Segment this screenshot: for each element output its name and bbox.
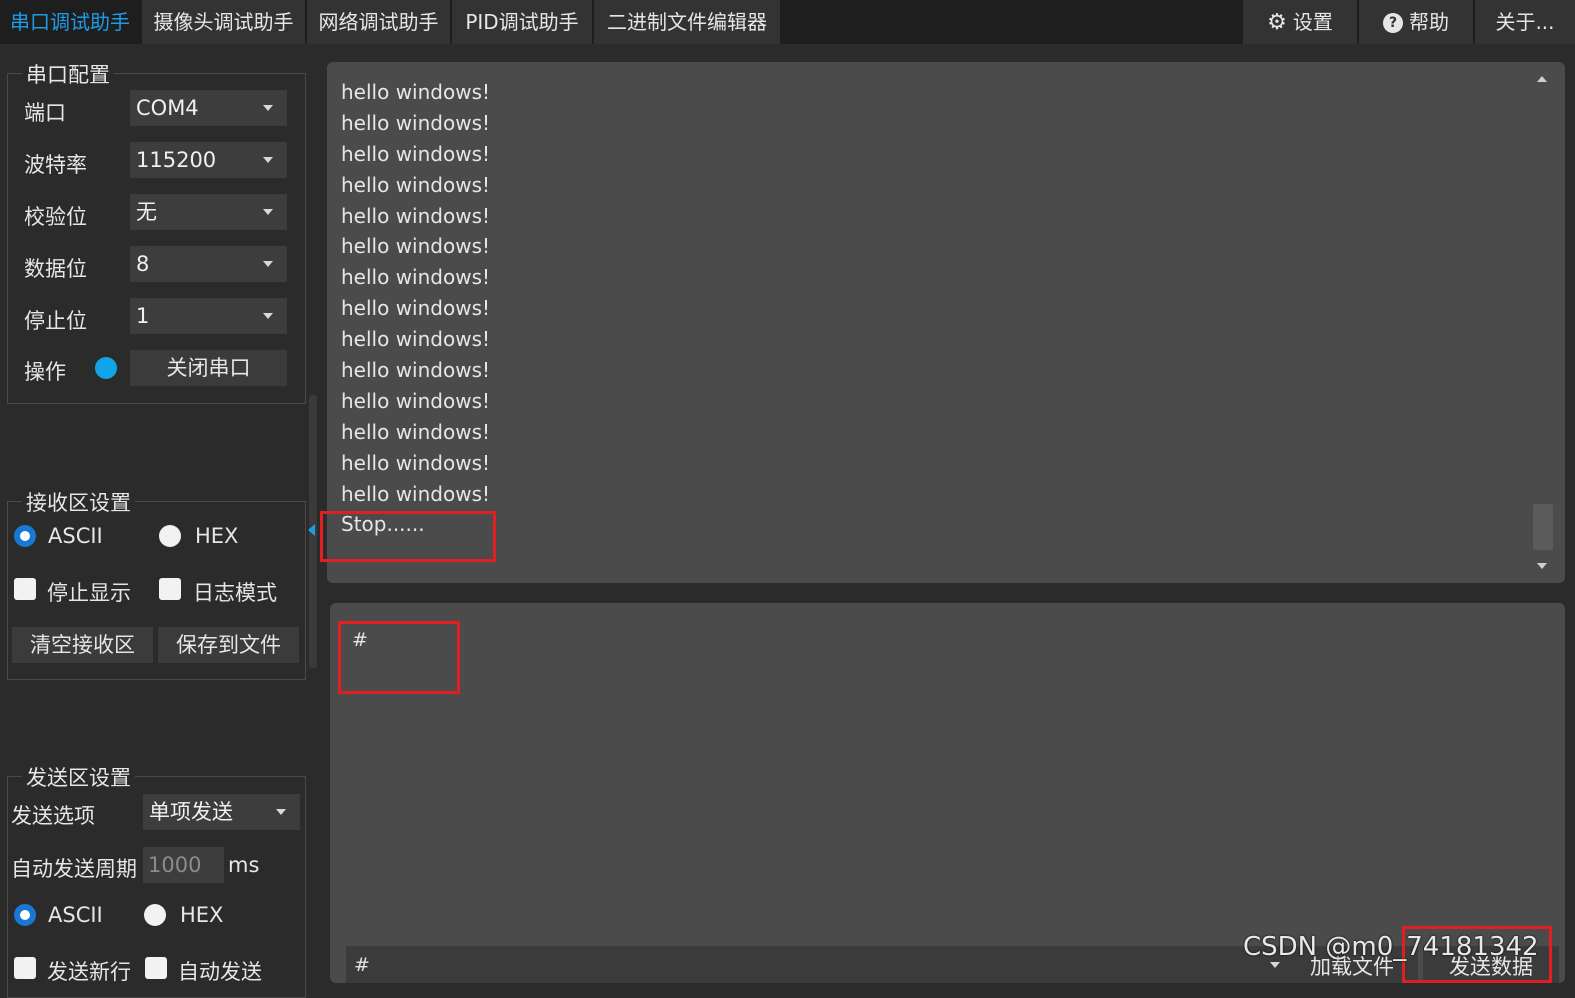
auto-period-unit: ms (228, 853, 260, 877)
left-config-panel: 串口配置 端口 COM4 波特率 115200 校验位 无 数据位 8 停止位 … (0, 44, 318, 998)
close-port-button[interactable]: 关闭串口 (130, 350, 287, 386)
stopbits-label: 停止位 (24, 309, 87, 333)
stopbits-select[interactable]: 1 (130, 298, 287, 334)
receive-line: hello windows! (341, 265, 491, 290)
send-option-select[interactable]: 单项发送 (143, 794, 300, 830)
receive-line: hello windows! (341, 327, 491, 352)
databits-select[interactable]: 8 (130, 246, 287, 282)
auto-send-checkbox[interactable] (145, 957, 167, 979)
port-status-led (95, 357, 117, 379)
chevron-down-icon (263, 313, 273, 319)
chevron-down-icon (263, 209, 273, 215)
port-label: 端口 (24, 101, 66, 125)
send-option-value: 单项发送 (149, 800, 233, 824)
save-to-file-button[interactable]: 保存到文件 (158, 627, 299, 663)
chevron-down-icon (263, 105, 273, 111)
settings-label: 设置 (1292, 10, 1333, 34)
send-history-value: # (354, 954, 370, 976)
receive-line: hello windows! (341, 110, 491, 135)
tab-pid-assistant[interactable]: PID调试助手 (452, 0, 592, 44)
receive-line: hello windows! (341, 172, 491, 197)
send-ascii-radio[interactable] (14, 904, 36, 926)
annotation-box-stop (320, 511, 496, 562)
top-tab-bar: 串口调试助手 摄像头调试助手 网络调试助手 PID调试助手 二进制文件编辑器 ⚙… (0, 0, 1575, 44)
send-hex-radio[interactable] (144, 904, 166, 926)
log-mode-checkbox[interactable] (159, 578, 181, 600)
stop-display-checkbox[interactable] (14, 578, 36, 600)
tab-camera-assistant[interactable]: 摄像头调试助手 (142, 0, 305, 44)
tab-binary-editor[interactable]: 二进制文件编辑器 (594, 0, 780, 44)
help-button[interactable]: ? 帮助 (1359, 0, 1473, 44)
recv-hex-label: HEX (195, 524, 239, 548)
databits-label: 数据位 (24, 257, 87, 281)
annotation-box-send-text (338, 621, 460, 694)
parity-select[interactable]: 无 (130, 194, 287, 230)
settings-button[interactable]: ⚙ 设置 (1243, 0, 1357, 44)
scroll-up-icon[interactable] (1537, 76, 1547, 82)
send-ascii-label: ASCII (48, 903, 103, 927)
receive-text: hello windows! hello windows! hello window… (341, 77, 490, 540)
chevron-down-icon (276, 809, 286, 815)
send-newline-checkbox[interactable] (14, 957, 36, 979)
help-label: 帮助 (1409, 10, 1449, 34)
tab-network-assistant[interactable]: 网络调试助手 (307, 0, 450, 44)
port-value: COM4 (136, 96, 199, 120)
stopbits-value: 1 (136, 304, 150, 328)
receive-line: hello windows! (341, 481, 491, 506)
log-mode-label: 日志模式 (193, 581, 277, 605)
send-option-label: 发送选项 (11, 804, 95, 828)
serial-config-title: 串口配置 (22, 59, 114, 89)
about-button[interactable]: 关于... (1475, 0, 1575, 44)
clear-receive-button[interactable]: 清空接收区 (12, 627, 153, 663)
port-select[interactable]: COM4 (130, 90, 287, 126)
help-icon: ? (1383, 13, 1403, 33)
auto-send-label: 自动发送 (178, 960, 262, 984)
receive-line: hello windows! (341, 80, 491, 104)
receive-line: hello windows! (341, 296, 491, 321)
stop-display-label: 停止显示 (47, 581, 131, 605)
chevron-down-icon (1270, 962, 1280, 968)
chevron-down-icon (263, 157, 273, 163)
receive-area[interactable]: hello windows! hello windows! hello window… (327, 62, 1565, 583)
databits-value: 8 (136, 252, 150, 276)
scroll-down-icon[interactable] (1537, 563, 1547, 569)
receive-scrollbar-thumb[interactable] (1533, 504, 1553, 550)
chevron-down-icon (263, 261, 273, 267)
send-history-select[interactable]: # (346, 946, 1290, 983)
receive-line: hello windows! (341, 419, 491, 444)
recv-settings-title: 接收区设置 (22, 487, 135, 517)
recv-ascii-radio[interactable] (14, 525, 36, 547)
receive-line: hello windows! (341, 203, 491, 228)
send-settings-title: 发送区设置 (22, 762, 135, 792)
baud-value: 115200 (136, 148, 217, 172)
collapse-arrow-icon[interactable] (308, 524, 315, 536)
gear-icon: ⚙ (1267, 10, 1287, 35)
baud-select[interactable]: 115200 (130, 142, 287, 178)
auto-period-input[interactable]: 1000 (143, 847, 224, 883)
receive-line: hello windows! (341, 388, 491, 413)
send-area[interactable]: # # 加载文件 发送数据 (330, 603, 1565, 983)
recv-ascii-label: ASCII (48, 524, 103, 548)
action-label: 操作 (24, 360, 66, 384)
recv-hex-radio[interactable] (159, 525, 181, 547)
send-newline-label: 发送新行 (47, 960, 131, 984)
receive-line: hello windows! (341, 234, 491, 259)
tab-serial-assistant[interactable]: 串口调试助手 (0, 0, 140, 44)
receive-line: hello windows! (341, 141, 491, 166)
auto-period-label: 自动发送周期 (11, 857, 137, 881)
baud-label: 波特率 (24, 153, 87, 177)
watermark: CSDN @m0_74181342 (1243, 932, 1539, 962)
parity-label: 校验位 (24, 205, 87, 229)
send-hex-label: HEX (180, 903, 224, 927)
parity-value: 无 (136, 200, 157, 224)
receive-line: hello windows! (341, 358, 491, 383)
receive-line: hello windows! (341, 450, 491, 475)
